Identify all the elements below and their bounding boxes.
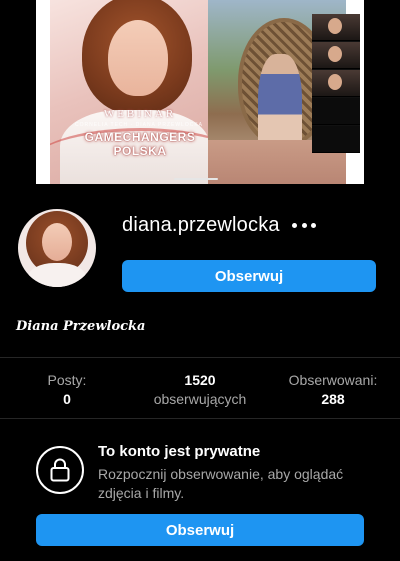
follow-button-bottom[interactable]: Obserwuj	[36, 514, 364, 546]
stat-following-value: 288	[321, 391, 345, 407]
stat-following[interactable]: Obserwowani: 288	[280, 371, 386, 409]
stat-posts: Posty: 0	[30, 371, 104, 409]
more-horizontal-icon[interactable]	[292, 221, 316, 229]
avatar[interactable]	[16, 207, 98, 289]
profile-display-name: Diana Przewlocka	[16, 319, 146, 334]
banner-scroll-indicator	[174, 178, 218, 180]
webinar-title-label: GAMECHANGERS POLSKA	[84, 130, 196, 158]
profile-banner-image: WEBINAR CORNELIA TECH · DIANA PRZEWLOCKA…	[36, 0, 364, 184]
lock-icon	[36, 446, 84, 494]
video-participants-strip	[312, 14, 360, 153]
private-account-title: To konto jest prywatne	[98, 443, 261, 460]
profile-username: diana.przewlocka	[122, 214, 280, 236]
divider	[0, 357, 400, 358]
private-account-description: Rozpocznij obserwowanie, aby oglądać zdj…	[98, 466, 344, 501]
stat-followers[interactable]: 1520 obserwujących	[138, 371, 262, 409]
webinar-label: WEBINAR	[103, 108, 177, 120]
webinar-sub-label: CORNELIA TECH · DIANA PRZEWLOCKA	[74, 122, 204, 128]
stat-posts-label: Posty:	[47, 372, 87, 388]
stat-followers-label: obserwujących	[153, 391, 247, 407]
webinar-photo: WEBINAR CORNELIA TECH · DIANA PRZEWLOCKA…	[50, 0, 218, 184]
divider	[0, 418, 400, 419]
stat-posts-value: 0	[63, 391, 71, 407]
stat-following-label: Obserwowani:	[288, 372, 378, 388]
follow-button[interactable]: Obserwuj	[122, 260, 376, 292]
stat-followers-value: 1520	[184, 372, 216, 388]
